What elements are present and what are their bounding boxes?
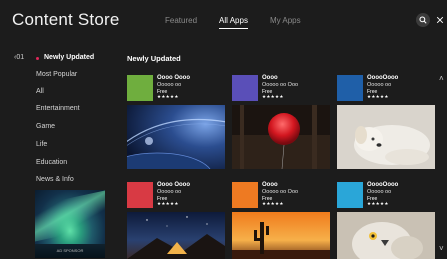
close-icon [436,16,444,24]
page-title: Content Store [12,10,120,29]
header: Content Store Featured All Apps My Apps [0,0,447,40]
app-rating: ★★★★★ [367,94,389,99]
app-name: Oooo Oooo [157,75,190,81]
sidebar-item-newly-updated[interactable]: Newly Updated [44,54,94,61]
app-icon [337,75,363,101]
search-button[interactable] [416,13,430,27]
tab-all-apps[interactable]: All Apps [219,16,248,29]
app-subtitle: Ooooo oo Ooo [262,189,299,195]
app-thumbnail-night-camp [127,212,225,259]
app-subtitle: Ooooo oo [367,189,392,195]
sidebar-item-news-info[interactable]: News & Info [36,176,74,183]
app-rating: ★★★★★ [157,201,179,206]
app-subtitle: Ooooo oo [157,189,182,195]
content-store-app: Content Store Featured All Apps My Apps … [0,0,447,259]
sidebar-item-entertainment[interactable]: Entertainment [36,105,80,112]
app-subtitle: Ooooo oo Ooo [262,82,299,88]
app-icon [127,182,153,208]
sidebar-item-life[interactable]: Life [36,141,47,148]
sidebar-item-all[interactable]: All [36,88,44,95]
app-subtitle: Ooooo oo [157,82,182,88]
app-name: Oooo Oooo [157,182,190,188]
app-thumbnail-space [127,105,225,169]
app-thumbnail-balloon [232,105,330,169]
sidebar-item-most-popular[interactable]: Most Popular [36,71,77,78]
app-icon [232,182,258,208]
app-rating: ★★★★★ [367,201,389,206]
app-thumbnail-owl [337,212,435,259]
app-name: Oooo [262,182,278,188]
tab-bar: Featured All Apps My Apps [165,16,323,29]
page-indicator[interactable]: ‹01 [14,54,24,61]
selected-indicator-dot [36,57,39,60]
app-name: OoooOooo [367,75,399,81]
sidebar-item-education[interactable]: Education [36,159,67,166]
category-sidebar: ‹01 Newly Updated Most Popular All Enter… [0,48,122,259]
app-subtitle: Ooooo oo [367,82,392,88]
search-icon [419,16,427,24]
app-name: Oooo [262,75,278,81]
close-button[interactable] [433,13,447,27]
app-icon [232,75,258,101]
app-rating: ★★★★★ [157,94,179,99]
sidebar-item-game[interactable]: Game [36,123,55,130]
app-name: OoooOooo [367,182,399,188]
tab-featured[interactable]: Featured [165,16,197,28]
app-icon [127,75,153,101]
scroll-up-arrow[interactable]: ˄ [439,74,444,83]
tab-my-apps[interactable]: My Apps [270,16,301,28]
app-thumbnail-desert [232,212,330,259]
scroll-down-arrow[interactable]: ˅ [439,244,444,253]
app-rating: ★★★★★ [262,94,284,99]
section-title: Newly Updated [127,54,181,63]
app-rating: ★★★★★ [262,201,284,206]
app-icon [337,182,363,208]
app-thumbnail-dog [337,105,435,169]
promo-caption: AD SPONSOR [56,248,84,253]
